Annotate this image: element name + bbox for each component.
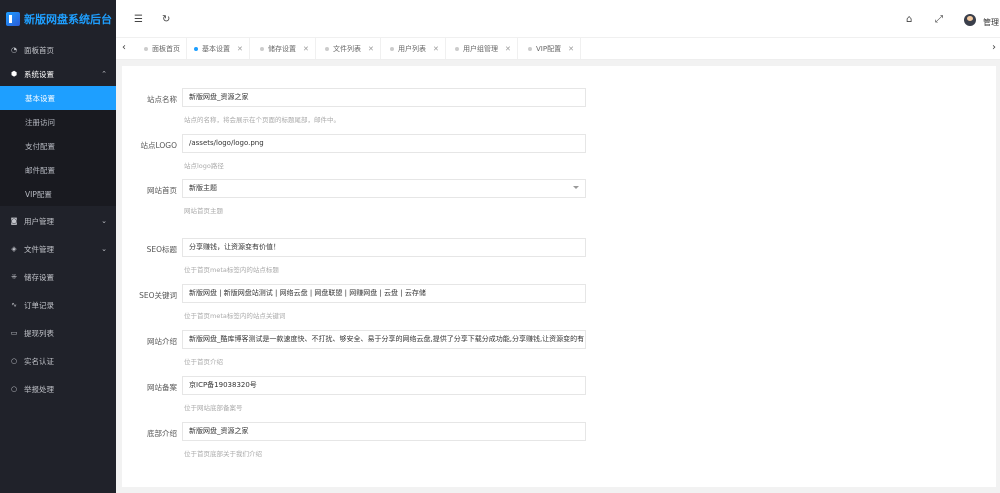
tab-user-group[interactable]: 用户组管理 ✕ xyxy=(449,38,518,59)
user-icon: ◙ xyxy=(10,217,18,225)
close-icon[interactable]: ✕ xyxy=(505,45,511,53)
seo-title-input[interactable]: 分享赚钱，让资源变有价值！ xyxy=(182,238,586,257)
settings-form: 站点名称 新版网盘_资源之家 站点的名称，将会展示在个页面的标题尾部，邮件中。 … xyxy=(122,66,996,487)
icp-input[interactable]: 京ICP备19038320号 xyxy=(182,376,586,395)
storage-icon: ⁜ xyxy=(11,273,17,281)
logo-text: 新版网盘系统后台 xyxy=(24,13,112,26)
sidebar-item-reports[interactable]: ○ 举报处理 xyxy=(0,377,116,401)
close-icon[interactable]: ✕ xyxy=(237,45,243,53)
site-name-input[interactable]: 新版网盘_资源之家 xyxy=(182,88,586,107)
tab-bar: ‹ 面板首页 基本设置 ✕ 储存设置 ✕ 文件列表 ✕ 用户列表 ✕ 用户组管理… xyxy=(116,38,1000,60)
close-icon[interactable]: ✕ xyxy=(368,45,374,53)
field-label: 底部介绍 xyxy=(147,429,177,438)
field-label: SEO关键词 xyxy=(139,291,177,300)
field-help: 站点logo路径 xyxy=(184,162,224,170)
footer-intro-input[interactable]: 新版网盘_资源之家 xyxy=(182,422,586,441)
tab-dot xyxy=(260,46,264,51)
field-help: 位于首页meta标签内的站点标题 xyxy=(184,266,279,274)
main-content: 站点名称 新版网盘_资源之家 站点的名称，将会展示在个页面的标题尾部，邮件中。 … xyxy=(116,60,1000,493)
refresh-icon[interactable]: ↻ xyxy=(162,14,170,25)
sidebar-submenu-system: 基本设置 注册访问 支付配置 邮件配置 VIP配置 xyxy=(0,86,116,206)
sidebar-subitem-payment[interactable]: 支付配置 xyxy=(0,134,116,158)
sidebar-item-storage[interactable]: ⁜ 储存设置 xyxy=(0,265,116,289)
field-label: SEO标题 xyxy=(146,245,177,254)
avatar[interactable] xyxy=(964,14,976,26)
field-help: 网站首页主题 xyxy=(184,207,223,215)
site-logo-input[interactable]: /assets/logo/logo.png xyxy=(182,134,586,153)
chevron-down-icon xyxy=(573,186,579,189)
dashboard-icon: ◔ xyxy=(10,46,18,54)
field-help: 位于首页meta标签内的站点关键词 xyxy=(184,312,286,320)
circle-icon: ○ xyxy=(10,357,18,365)
close-icon[interactable]: ✕ xyxy=(433,45,439,53)
menu-toggle-icon[interactable]: ☰ xyxy=(134,14,143,25)
field-label: 网站介绍 xyxy=(147,337,177,346)
fullscreen-icon[interactable]: ⤢ xyxy=(935,14,943,25)
field-help: 位于网站底部备案号 xyxy=(184,404,243,412)
logo-icon xyxy=(6,12,20,26)
sidebar-subitem-mail[interactable]: 邮件配置 xyxy=(0,158,116,182)
sidebar-item-files[interactable]: ◈ 文件管理 ⌄ xyxy=(0,237,116,261)
field-help: 位于首页介绍 xyxy=(184,358,223,366)
gear-icon: ⬢ xyxy=(10,70,18,78)
theme-icon[interactable]: ⌂ xyxy=(906,14,912,25)
sidebar-subitem-vip[interactable]: VIP配置 xyxy=(0,182,116,206)
sidebar-subitem-register-access[interactable]: 注册访问 xyxy=(0,110,116,134)
tab-storage-settings[interactable]: 储存设置 ✕ xyxy=(254,38,316,59)
homepage-theme-select[interactable]: 新版主题 xyxy=(182,179,586,198)
layers-icon: ◈ xyxy=(11,245,17,253)
chevron-down-icon: ⌄ xyxy=(101,245,107,253)
tab-dot xyxy=(455,46,459,51)
sidebar-item-verification[interactable]: ○ 实名认证 xyxy=(0,349,116,373)
sidebar-subitem-basic-settings[interactable]: 基本设置 xyxy=(0,86,116,110)
pulse-icon: ∿ xyxy=(11,301,17,309)
sidebar-item-users[interactable]: ◙ 用户管理 ⌄ xyxy=(0,209,116,233)
tab-dot xyxy=(528,46,532,51)
sidebar-item-dashboard[interactable]: ◔ 面板首页 xyxy=(0,38,116,62)
logo[interactable]: 新版网盘系统后台 xyxy=(0,0,116,38)
tab-scroll-right-icon[interactable]: › xyxy=(992,42,996,53)
close-icon[interactable]: ✕ xyxy=(303,45,309,53)
tab-vip-config[interactable]: VIP配置 ✕ xyxy=(522,38,581,59)
sidebar-item-withdrawals[interactable]: ▭ 提现列表 xyxy=(0,321,116,345)
chevron-up-icon: ⌃ xyxy=(101,70,107,78)
tab-basic-settings[interactable]: 基本设置 ✕ xyxy=(188,38,250,59)
chevron-down-icon: ⌄ xyxy=(101,217,107,225)
site-intro-input[interactable]: 新版网盘_酷库博客测试是一款速度快、不打扰、够安全、易于分享的网络云盘,提供了分… xyxy=(182,330,586,349)
sidebar-item-system-settings[interactable]: ⬢ 系统设置 ⌃ xyxy=(0,62,116,86)
shield-icon: ○ xyxy=(10,385,18,393)
top-header: ☰ ↻ ⌂ ⤢ 管理 xyxy=(116,0,1000,38)
tab-user-list[interactable]: 用户列表 ✕ xyxy=(384,38,446,59)
tab-dot xyxy=(144,46,148,51)
tab-dashboard[interactable]: 面板首页 xyxy=(138,38,187,59)
user-name[interactable]: 管理 xyxy=(983,17,999,28)
list-icon: ▭ xyxy=(10,329,18,337)
tab-file-list[interactable]: 文件列表 ✕ xyxy=(319,38,381,59)
sidebar: 新版网盘系统后台 ◔ 面板首页 ⬢ 系统设置 ⌃ 基本设置 注册访问 支付配置 … xyxy=(0,0,116,493)
field-label: 网站首页 xyxy=(147,186,177,195)
tab-scroll-left-icon[interactable]: ‹ xyxy=(122,42,126,53)
field-help: 站点的名称，将会展示在个页面的标题尾部，邮件中。 xyxy=(184,116,340,124)
tab-dot xyxy=(194,46,198,51)
field-label: 网站备案 xyxy=(147,383,177,392)
field-help: 位于首页底部关于我们介绍 xyxy=(184,450,262,458)
field-label: 站点LOGO xyxy=(140,141,177,150)
field-label: 站点名称 xyxy=(147,95,177,104)
seo-keywords-input[interactable]: 新版网盘 | 新版网盘站测试 | 网络云盘 | 网盘联盟 | 网赚网盘 | 云盘… xyxy=(182,284,586,303)
close-icon[interactable]: ✕ xyxy=(568,45,574,53)
tab-dot xyxy=(390,46,394,51)
sidebar-item-orders[interactable]: ∿ 订单记录 xyxy=(0,293,116,317)
tab-dot xyxy=(325,46,329,51)
